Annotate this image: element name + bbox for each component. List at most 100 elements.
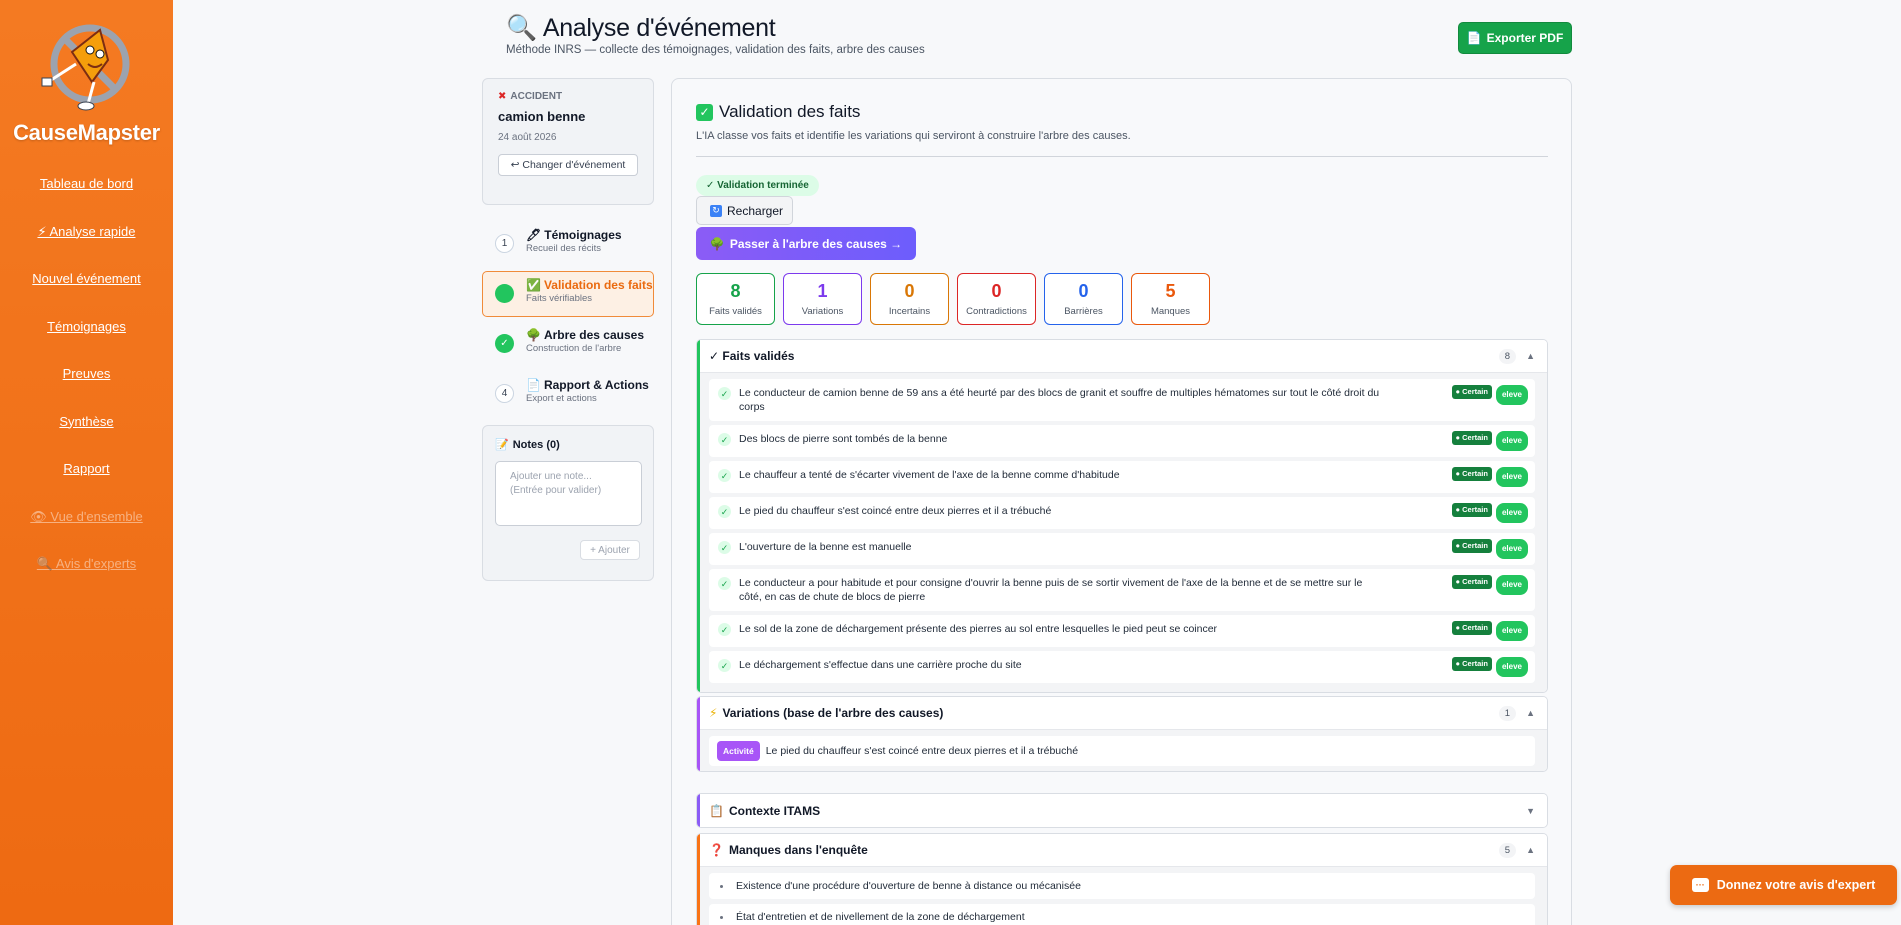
table-row: ✓ Le chauffeur a tenté de s'écarter vivem… <box>709 461 1535 493</box>
section-header-label: ❓ Manques dans l'enquête <box>709 843 1499 857</box>
section-header[interactable]: 📋 Contexte ITAMS ▼ <box>697 794 1547 827</box>
level-badge[interactable]: eleve <box>1495 621 1528 641</box>
nav-new-event[interactable]: Nouvel événement <box>0 271 173 319</box>
table-row: ✓ Le sol de la zone de déchargement prése… <box>709 615 1535 647</box>
chevron-up-icon[interactable]: ▲ <box>1526 708 1535 718</box>
certainty-badge[interactable]: ● Certain <box>1451 575 1492 589</box>
chevron-down-icon[interactable]: ▼ <box>1526 806 1535 816</box>
nav-synthesis[interactable]: Synthèse <box>0 414 173 462</box>
section-gaps: ❓ Manques dans l'enquête 5 ▲ Existence d'… <box>696 833 1548 925</box>
gaps-list: Existence d'une procédure d'ouverture de… <box>697 867 1547 925</box>
stat-value: 1 <box>817 281 828 301</box>
chevron-up-icon[interactable]: ▲ <box>1526 351 1535 361</box>
reload-button[interactable]: ↻ Recharger <box>696 196 793 225</box>
page-title: 🔍 Analyse d'événement <box>506 14 776 43</box>
certainty-badge[interactable]: ● Certain <box>1451 503 1492 517</box>
step-report[interactable]: 4 📄 Rapport & Actions Export et actions <box>482 371 654 417</box>
divider <box>696 156 1548 157</box>
certainty-badge[interactable]: ● Certain <box>1451 467 1492 481</box>
variations-list: Activité Le pied du chauffeur s'est coin… <box>697 730 1547 771</box>
chevron-up-icon[interactable]: ▲ <box>1526 845 1535 855</box>
step-title-row: 🌳 Arbre des causes <box>526 328 653 342</box>
expert-feedback-button[interactable]: ··· Donnez votre avis d'expert <box>1670 865 1897 905</box>
certainty-badge[interactable]: ● Certain <box>1451 539 1492 553</box>
certainty-badge[interactable]: ● Certain <box>1451 385 1492 399</box>
app-logo[interactable] <box>38 12 138 122</box>
certainty-badge[interactable]: ● Certain <box>1451 621 1492 635</box>
table-row: ✓ Le déchargement s'effectue dans une car… <box>709 651 1535 683</box>
section-header[interactable]: ✓ Faits validés 8 ▲ <box>697 340 1547 373</box>
section-title: ✓ Validation des faits <box>696 102 860 122</box>
check-icon: ✓ <box>718 469 731 482</box>
section-header-title: Variations (base de l'arbre des causes) <box>722 706 944 720</box>
nav-expert-opinions[interactable]: 🔍 Avis d'experts <box>0 556 173 604</box>
nav-report[interactable]: Rapport <box>0 461 173 509</box>
memo-icon: 📝 <box>495 439 509 451</box>
tree-icon: 🌳 <box>526 328 541 342</box>
notes-title: 📝 Notes (0) <box>495 438 641 452</box>
nav-quick-analysis[interactable]: ⚡ Analyse rapide <box>0 224 173 272</box>
step-desc: Faits vérifiables <box>526 293 592 304</box>
fact-badges: ● Certain eleve <box>1451 539 1528 559</box>
main-panel: ✓ Validation des faits L'IA classe vos f… <box>671 78 1572 925</box>
step-cause-tree[interactable]: ✓ 🌳 Arbre des causes Construction de l'ar… <box>482 321 654 367</box>
notes-textarea[interactable]: Ajouter une note... (Entrée pour valider… <box>495 461 642 526</box>
check-icon: ✓ <box>718 433 731 446</box>
status-badge: ✓ Validation terminée <box>696 175 819 196</box>
certainty-badge[interactable]: ● Certain <box>1451 657 1492 671</box>
section-header[interactable]: ⚡ Variations (base de l'arbre des causes)… <box>697 697 1547 730</box>
fact-badges: ● Certain eleve <box>1451 467 1528 487</box>
section-header-label: ⚡ Variations (base de l'arbre des causes) <box>709 706 1499 720</box>
level-badge[interactable]: eleve <box>1495 503 1528 523</box>
count-badge: 1 <box>1498 705 1517 721</box>
level-badge[interactable]: eleve <box>1495 539 1528 559</box>
step-validation[interactable]: ✅ Validation des faits Faits vérifiables <box>482 271 654 317</box>
level-badge[interactable]: eleve <box>1495 575 1528 595</box>
fact-badges: ● Certain eleve <box>1451 575 1528 595</box>
fact-text: Des blocs de pierre sont tombés de la be… <box>739 433 948 445</box>
step-desc: Construction de l'arbre <box>526 343 622 354</box>
nav-evidence[interactable]: Preuves <box>0 366 173 414</box>
stat-value: 5 <box>1165 281 1176 301</box>
nav-testimonies[interactable]: Témoignages <box>0 319 173 367</box>
level-badge[interactable]: eleve <box>1495 467 1528 487</box>
stat-barriers[interactable]: 0 Barrières <box>1044 273 1123 325</box>
level-badge[interactable]: eleve <box>1495 431 1528 451</box>
certainty-badge[interactable]: ● Certain <box>1451 431 1492 445</box>
level-badge[interactable]: eleve <box>1495 657 1528 677</box>
stat-gaps[interactable]: 5 Manques <box>1131 273 1210 325</box>
stat-label: Incertains <box>888 306 931 317</box>
category-badge: Activité <box>717 741 760 761</box>
check-icon: ✓ <box>718 577 731 590</box>
stat-contradictions[interactable]: 0 Contradictions <box>957 273 1036 325</box>
section-validated-facts: ✓ Faits validés 8 ▲ ✓ Le conducteur de ca… <box>696 339 1548 693</box>
step-number: 4 <box>495 384 514 403</box>
stat-uncertain[interactable]: 0 Incertains <box>870 273 949 325</box>
step-title: Validation des faits <box>543 278 653 292</box>
stat-label: Manques <box>1150 306 1191 317</box>
step-testimonies[interactable]: 1 🖊 Témoignages Recueil des récits <box>482 221 654 267</box>
section-header[interactable]: ❓ Manques dans l'enquête 5 ▲ <box>697 834 1547 867</box>
stat-label: Faits validés <box>709 306 762 317</box>
step-done-check: ✓ <box>495 334 514 353</box>
step-title: Rapport & Actions <box>543 378 649 392</box>
accident-icon: ✖ <box>498 91 507 102</box>
refresh-icon: ↻ <box>710 204 722 217</box>
nav-overview[interactable]: 👁 Vue d'ensemble <box>0 509 173 557</box>
export-pdf-button[interactable]: 📄 Exporter PDF <box>1458 22 1572 54</box>
change-event-button[interactable]: ↩ Changer d'événement <box>498 154 638 176</box>
add-note-button[interactable]: + Ajouter <box>580 540 640 560</box>
stat-value: 0 <box>1078 281 1089 301</box>
nav-dashboard[interactable]: Tableau de bord <box>0 176 173 224</box>
section-header-label: ✓ Faits validés <box>709 349 1499 363</box>
document-icon: 📄 <box>526 378 541 392</box>
list-item: Existence d'une procédure d'ouverture de… <box>709 873 1535 899</box>
list-item: Activité Le pied du chauffeur s'est coin… <box>709 736 1535 766</box>
go-to-cause-tree-button[interactable]: 🌳 Passer à l'arbre des causes → <box>696 227 916 260</box>
stat-variations[interactable]: 1 Variations <box>783 273 862 325</box>
level-badge[interactable]: eleve <box>1495 385 1528 405</box>
notes-title-text: Notes (0) <box>512 438 560 451</box>
section-subtitle: L'IA classe vos faits et identifie les v… <box>696 130 1131 142</box>
stat-validated-facts[interactable]: 8 Faits validés <box>696 273 775 325</box>
check-icon: ✓ <box>718 541 731 554</box>
